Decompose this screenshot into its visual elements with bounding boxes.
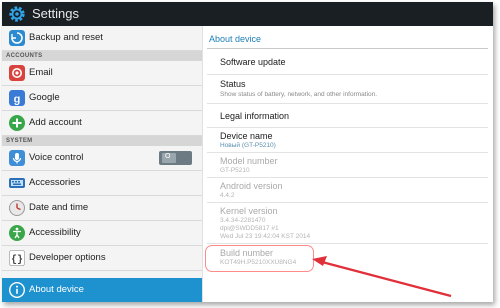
settings-sidebar: Backup and reset ACCOUNTS Email g Google: [2, 26, 202, 302]
item-subtitle: Show status of battery, network, and oth…: [220, 91, 378, 98]
item-subtitle: 3.4.34-2281470: [220, 217, 266, 224]
section-header-system: SYSTEM: [2, 136, 202, 146]
settings-window: Settings Backup and reset ACCOUNTS Email: [2, 2, 493, 302]
sidebar-item-accessibility[interactable]: Accessibility: [2, 221, 202, 246]
build-number-highlight: [205, 245, 314, 272]
item-subtitle: GT-P5210: [220, 167, 250, 174]
item-title: Device name: [220, 131, 273, 141]
item-title: Android version: [220, 181, 283, 191]
android-version-item[interactable]: Android version 4.4.2: [207, 178, 488, 203]
microphone-icon: [9, 150, 25, 166]
sidebar-item-developer-options[interactable]: {} Developer options: [2, 246, 202, 271]
keyboard-icon: [9, 178, 25, 188]
panel-title: About device: [209, 34, 262, 44]
sidebar-item-label: Accessibility: [29, 227, 81, 238]
action-bar: Settings: [2, 2, 493, 26]
email-icon: [9, 65, 25, 81]
voice-control-toggle[interactable]: O: [159, 151, 192, 165]
item-subtitle: Wed Jul 23 19:42:04 KST 2014: [220, 233, 311, 240]
sidebar-item-add-account[interactable]: Add account: [2, 111, 202, 136]
developer-braces-icon: {}: [9, 250, 25, 266]
accessibility-icon: [9, 225, 25, 241]
item-title: Status: [220, 79, 246, 89]
sidebar-item-email[interactable]: Email: [2, 61, 202, 86]
item-subtitle: Новый (GT-P5210): [220, 142, 276, 149]
sidebar-item-label: About device: [29, 284, 84, 295]
backup-icon: [9, 30, 25, 46]
sidebar-item-label: Voice control: [29, 152, 84, 163]
legal-information-item[interactable]: Legal information: [207, 104, 488, 128]
header-divider: [207, 48, 488, 49]
settings-gear-icon[interactable]: [8, 5, 26, 23]
sidebar-item-about-device[interactable]: About device: [2, 278, 202, 302]
svg-text:{}: {}: [11, 254, 23, 266]
sidebar-item-label: Google: [29, 92, 60, 103]
model-number-item: Model number GT-P5210: [207, 153, 488, 178]
item-subtitle: 4.4.2: [220, 192, 235, 199]
sidebar-item-label: Date and time: [29, 202, 89, 213]
item-subtitle: dpi@SWDD5817 #1: [220, 225, 279, 232]
sidebar-item-backup-and-reset[interactable]: Backup and reset: [2, 26, 202, 51]
sidebar-item-accessories[interactable]: Accessories: [2, 171, 202, 196]
info-icon: [9, 282, 25, 298]
status-item[interactable]: Status Show status of battery, network, …: [207, 75, 488, 104]
app-title: Settings: [32, 6, 79, 21]
item-title: Model number: [220, 156, 278, 166]
sidebar-item-label: Developer options: [29, 252, 106, 263]
sidebar-item-google[interactable]: g Google: [2, 86, 202, 111]
sidebar-item-label: Add account: [29, 117, 82, 128]
kernel-version-item: Kernel version 3.4.34-2281470 dpi@SWDD58…: [207, 203, 488, 244]
software-update-item[interactable]: Software update: [207, 50, 488, 75]
section-header-accounts: ACCOUNTS: [2, 51, 202, 61]
sidebar-item-label: Accessories: [29, 177, 81, 188]
toggle-state-label: O: [165, 153, 171, 160]
sidebar-item-label: Backup and reset: [29, 32, 103, 43]
device-name-item[interactable]: Device name Новый (GT-P5210): [207, 128, 488, 153]
clock-icon: [9, 200, 25, 216]
item-title: Kernel version: [220, 206, 278, 216]
google-icon: g: [9, 90, 25, 106]
sidebar-item-voice-control[interactable]: Voice control O: [2, 146, 202, 171]
item-title: Software update: [220, 57, 286, 67]
item-title: Legal information: [220, 111, 290, 121]
svg-text:g: g: [14, 94, 21, 106]
sidebar-item-label: Email: [29, 67, 53, 78]
add-account-icon: [9, 115, 25, 131]
sidebar-item-date-and-time[interactable]: Date and time: [2, 196, 202, 221]
